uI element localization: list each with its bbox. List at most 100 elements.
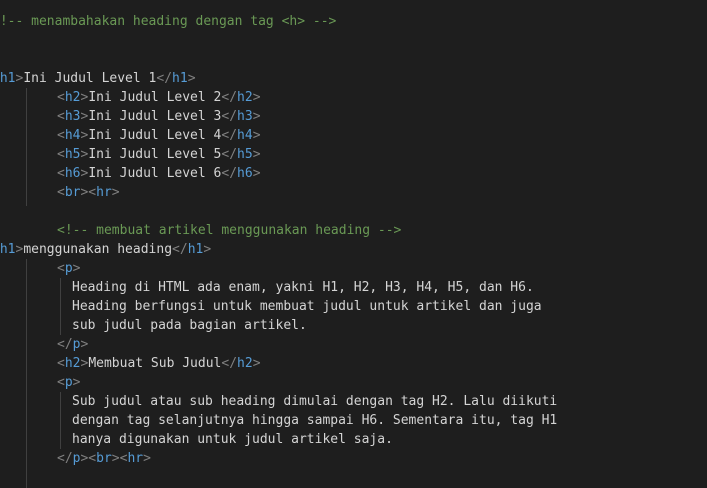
code-token-bracket: < [57, 185, 65, 200]
code-token-tag: p [64, 375, 73, 390]
code-token-text: Membuat Sub Judul [88, 356, 222, 371]
code-token-bracket: >< [80, 451, 97, 466]
code-line: <p> [57, 259, 80, 278]
code-line: sub judul pada bagian artikel. [72, 316, 307, 335]
code-token-text: Ini Judul Level 4 [88, 128, 222, 143]
code-line: <h4>Ini Judul Level 4</h4> [57, 126, 261, 145]
indent-guide [26, 462, 27, 488]
code-token-bracket: < [57, 90, 65, 105]
code-token-comment: <!-- membuat artikel menggunakan heading… [57, 223, 402, 238]
code-token-tag: h6 [237, 166, 253, 181]
code-token-text: Sub judul atau sub heading dimulai denga… [72, 394, 558, 409]
code-editor[interactable]: <!-- menambahakan heading dengan tag <h>… [0, 0, 707, 488]
code-token-bracket: < [57, 261, 65, 276]
code-token-bracket: > [203, 242, 212, 257]
code-token-bracket: < [57, 128, 65, 143]
code-token-text: dengan tag selanjutnya hingga sampai H6.… [72, 413, 558, 428]
code-line: <!-- membuat artikel menggunakan heading… [57, 221, 401, 240]
code-line: <p> [57, 373, 80, 392]
code-token-tag: h3 [64, 109, 81, 124]
code-line: <h5>Ini Judul Level 5</h5> [57, 145, 261, 164]
code-line: dengan tag selanjutnya hingga sampai H6.… [72, 411, 557, 430]
code-token-text: Ini Judul Level 5 [88, 147, 222, 162]
code-line: <!-- menambahakan heading dengan tag <h>… [0, 12, 336, 31]
code-token-text: sub judul pada bagian artikel. [72, 318, 307, 333]
code-line: Sub judul atau sub heading dimulai denga… [72, 392, 557, 411]
code-token-text: Ini Judul Level 1 [23, 71, 157, 86]
code-token-bracket: > [252, 166, 261, 181]
code-token-bracket: < [57, 147, 65, 162]
code-line: <h6>Ini Judul Level 6</h6> [57, 164, 261, 183]
code-token-bracket: >< [80, 185, 97, 200]
indent-guide [26, 88, 27, 206]
code-token-bracket: > [72, 261, 81, 276]
code-token-tag: h2 [64, 356, 81, 371]
code-token-bracket: </ [57, 337, 73, 352]
code-line: hanya digunakan untuk judul artikel saja… [72, 430, 393, 449]
code-token-bracket: > [252, 109, 261, 124]
code-line: <h1>menggunakan heading</h1> [0, 240, 211, 259]
code-token-text: Heading di HTML ada enam, yakni H1, H2, … [72, 280, 534, 295]
code-token-tag: h1 [187, 242, 204, 257]
code-token-bracket: </ [172, 242, 188, 257]
code-token-bracket: > [252, 90, 261, 105]
code-line: </p><br><hr> [57, 449, 151, 468]
code-token-tag: h1 [172, 71, 188, 86]
code-token-bracket: > [72, 375, 81, 390]
indent-guide [60, 392, 61, 449]
code-line: <h2>Ini Judul Level 2</h2> [57, 88, 261, 107]
code-token-tag: h3 [237, 109, 253, 124]
code-line: <br><hr> [57, 183, 120, 202]
code-token-bracket: >< [111, 451, 128, 466]
code-token-bracket: < [57, 375, 65, 390]
code-line: </p> [57, 335, 88, 354]
code-token-tag: hr [96, 185, 112, 200]
code-token-tag: h1 [0, 242, 16, 257]
code-token-bracket: </ [221, 356, 238, 371]
code-token-bracket: > [111, 185, 120, 200]
code-token-text: Ini Judul Level 2 [88, 90, 222, 105]
code-token-tag: p [64, 261, 73, 276]
code-token-tag: h6 [64, 166, 81, 181]
code-token-tag: h4 [237, 128, 253, 143]
code-token-tag: h5 [64, 147, 81, 162]
indent-guide [26, 259, 27, 469]
code-token-bracket: < [57, 109, 65, 124]
code-line: Heading berfungsi untuk membuat judul un… [72, 297, 542, 316]
code-token-bracket: < [57, 356, 65, 371]
code-token-bracket: > [252, 356, 261, 371]
code-token-tag: br [64, 185, 81, 200]
code-token-bracket: > [80, 337, 89, 352]
code-token-tag: h1 [0, 71, 16, 86]
code-token-bracket: </ [221, 147, 238, 162]
code-token-text: Ini Judul Level 6 [88, 166, 222, 181]
code-line: Heading di HTML ada enam, yakni H1, H2, … [72, 278, 534, 297]
code-token-bracket: </ [156, 71, 173, 86]
code-token-text: hanya digunakan untuk judul artikel saja… [72, 432, 393, 447]
code-line: <h2>Membuat Sub Judul</h2> [57, 354, 261, 373]
code-token-bracket: < [57, 166, 65, 181]
code-token-bracket: </ [221, 128, 238, 143]
code-token-bracket: > [143, 451, 151, 466]
code-token-tag: h2 [237, 90, 253, 105]
code-token-bracket: > [187, 71, 196, 86]
code-token-tag: h5 [237, 147, 253, 162]
code-line: <h1>Ini Judul Level 1</h1> [0, 69, 196, 88]
code-token-bracket: </ [221, 90, 238, 105]
code-token-text: menggunakan heading [23, 242, 173, 257]
code-token-bracket: </ [221, 166, 238, 181]
code-token-bracket: </ [57, 451, 73, 466]
code-token-text: Heading berfungsi untuk membuat judul un… [72, 299, 542, 314]
code-line: <h3>Ini Judul Level 3</h3> [57, 107, 261, 126]
code-token-tag: hr [127, 451, 144, 466]
code-token-comment: <!-- menambahakan heading dengan tag <h>… [0, 14, 337, 29]
code-token-text: Ini Judul Level 3 [88, 109, 222, 124]
code-token-tag: h2 [64, 90, 81, 105]
code-token-tag: br [96, 451, 112, 466]
indent-guide [60, 278, 61, 335]
code-token-bracket: > [252, 147, 261, 162]
code-token-bracket: </ [221, 109, 238, 124]
code-token-tag: h2 [237, 356, 253, 371]
code-token-bracket: > [252, 128, 261, 143]
code-token-tag: h4 [64, 128, 81, 143]
